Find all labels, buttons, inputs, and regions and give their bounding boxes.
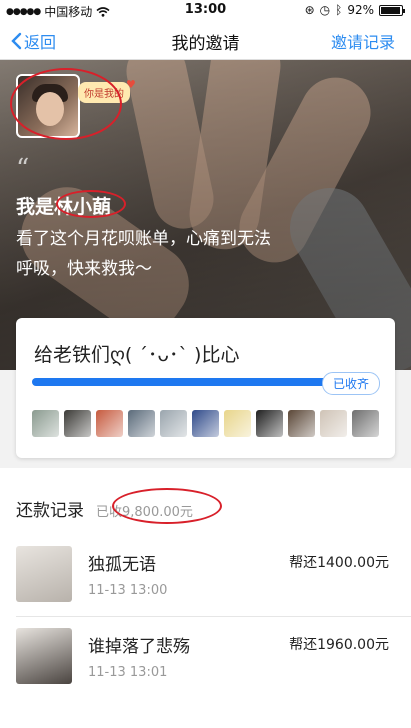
friend-avatar[interactable]: [128, 410, 155, 437]
friend-avatar[interactable]: [64, 410, 91, 437]
friend-avatar[interactable]: [288, 410, 315, 437]
progress-fill: [32, 378, 372, 386]
list-item[interactable]: 谁掉落了悲殇 11-13 13:01 帮还1960.00元: [0, 620, 411, 702]
divider: [16, 616, 411, 617]
heart-icon: ♥: [126, 78, 136, 91]
card-title: 给老铁们ღ( ´･ᴗ･` )比心: [34, 344, 240, 366]
alarm-icon: ◷: [319, 3, 331, 17]
helper-amount: 帮还1400.00元: [289, 555, 389, 571]
helper-time: 11-13 13:01: [88, 665, 168, 680]
helper-time: 11-13 13:00: [88, 583, 168, 598]
friend-avatar[interactable]: [96, 410, 123, 437]
annotation-circle: [112, 488, 222, 524]
lock-rotation-icon: ⊛: [304, 3, 315, 17]
quote-icon: “: [16, 154, 30, 184]
status-bar: ●●●●● 中国移动 13:00 ⊛ ◷ ᛒ 92%: [0, 0, 411, 20]
friend-avatar[interactable]: [256, 410, 283, 437]
bluetooth-icon: ᛒ: [335, 3, 343, 17]
friend-avatar[interactable]: [160, 410, 187, 437]
friend-avatar-list: [32, 410, 379, 437]
avatar: [16, 546, 72, 602]
friend-avatar[interactable]: [224, 410, 251, 437]
annotation-circle: [10, 68, 122, 140]
invite-message: 看了这个月花呗账单，心痛到无法呼吸，快来救我～: [16, 229, 271, 279]
records-title: 还款记录: [16, 501, 84, 521]
status-right: ⊛ ◷ ᛒ 92%: [304, 3, 405, 17]
avatar: [16, 628, 72, 684]
battery-icon: [379, 4, 405, 16]
friend-avatar[interactable]: [352, 410, 379, 437]
annotation-circle: [56, 190, 126, 218]
nav-bar: 返回 我的邀请 邀请记录: [0, 20, 411, 60]
progress-bar: [32, 378, 372, 386]
collected-badge: 已收齐: [322, 372, 381, 395]
invite-records-link[interactable]: 邀请记录: [331, 29, 395, 53]
helper-name: 独孤无语: [88, 555, 156, 575]
helper-amount: 帮还1960.00元: [289, 637, 389, 653]
invite-card: 给老铁们ღ( ´･ᴗ･` )比心 已收齐: [16, 318, 395, 458]
friend-avatar[interactable]: [192, 410, 219, 437]
list-item[interactable]: 独孤无语 11-13 13:00 帮还1400.00元: [0, 538, 411, 620]
battery-percent: 92%: [347, 3, 374, 17]
friend-avatar[interactable]: [320, 410, 347, 437]
helper-name: 谁掉落了悲殇: [88, 637, 190, 657]
friend-avatar[interactable]: [32, 410, 59, 437]
repayment-records: 还款记录 已收9,800.00元 独孤无语 11-13 13:00 帮还1400…: [0, 468, 411, 728]
